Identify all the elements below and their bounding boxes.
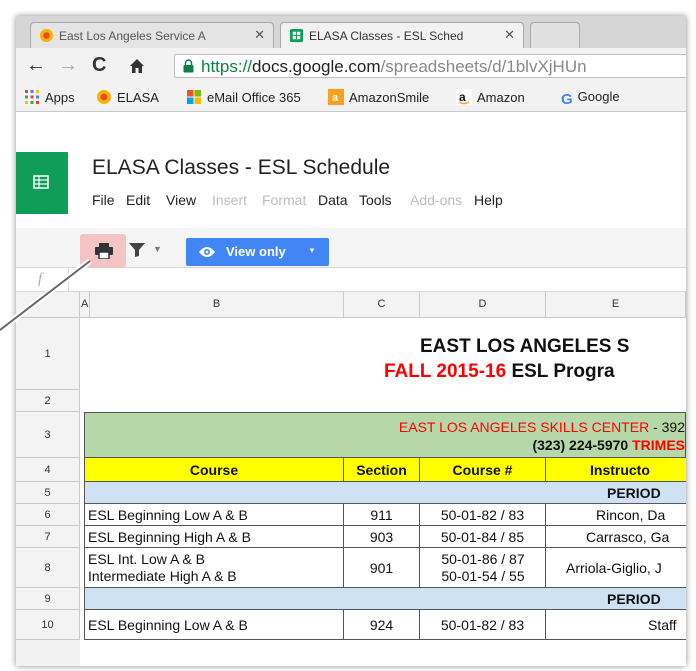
callout-pointer: [0, 258, 92, 333]
